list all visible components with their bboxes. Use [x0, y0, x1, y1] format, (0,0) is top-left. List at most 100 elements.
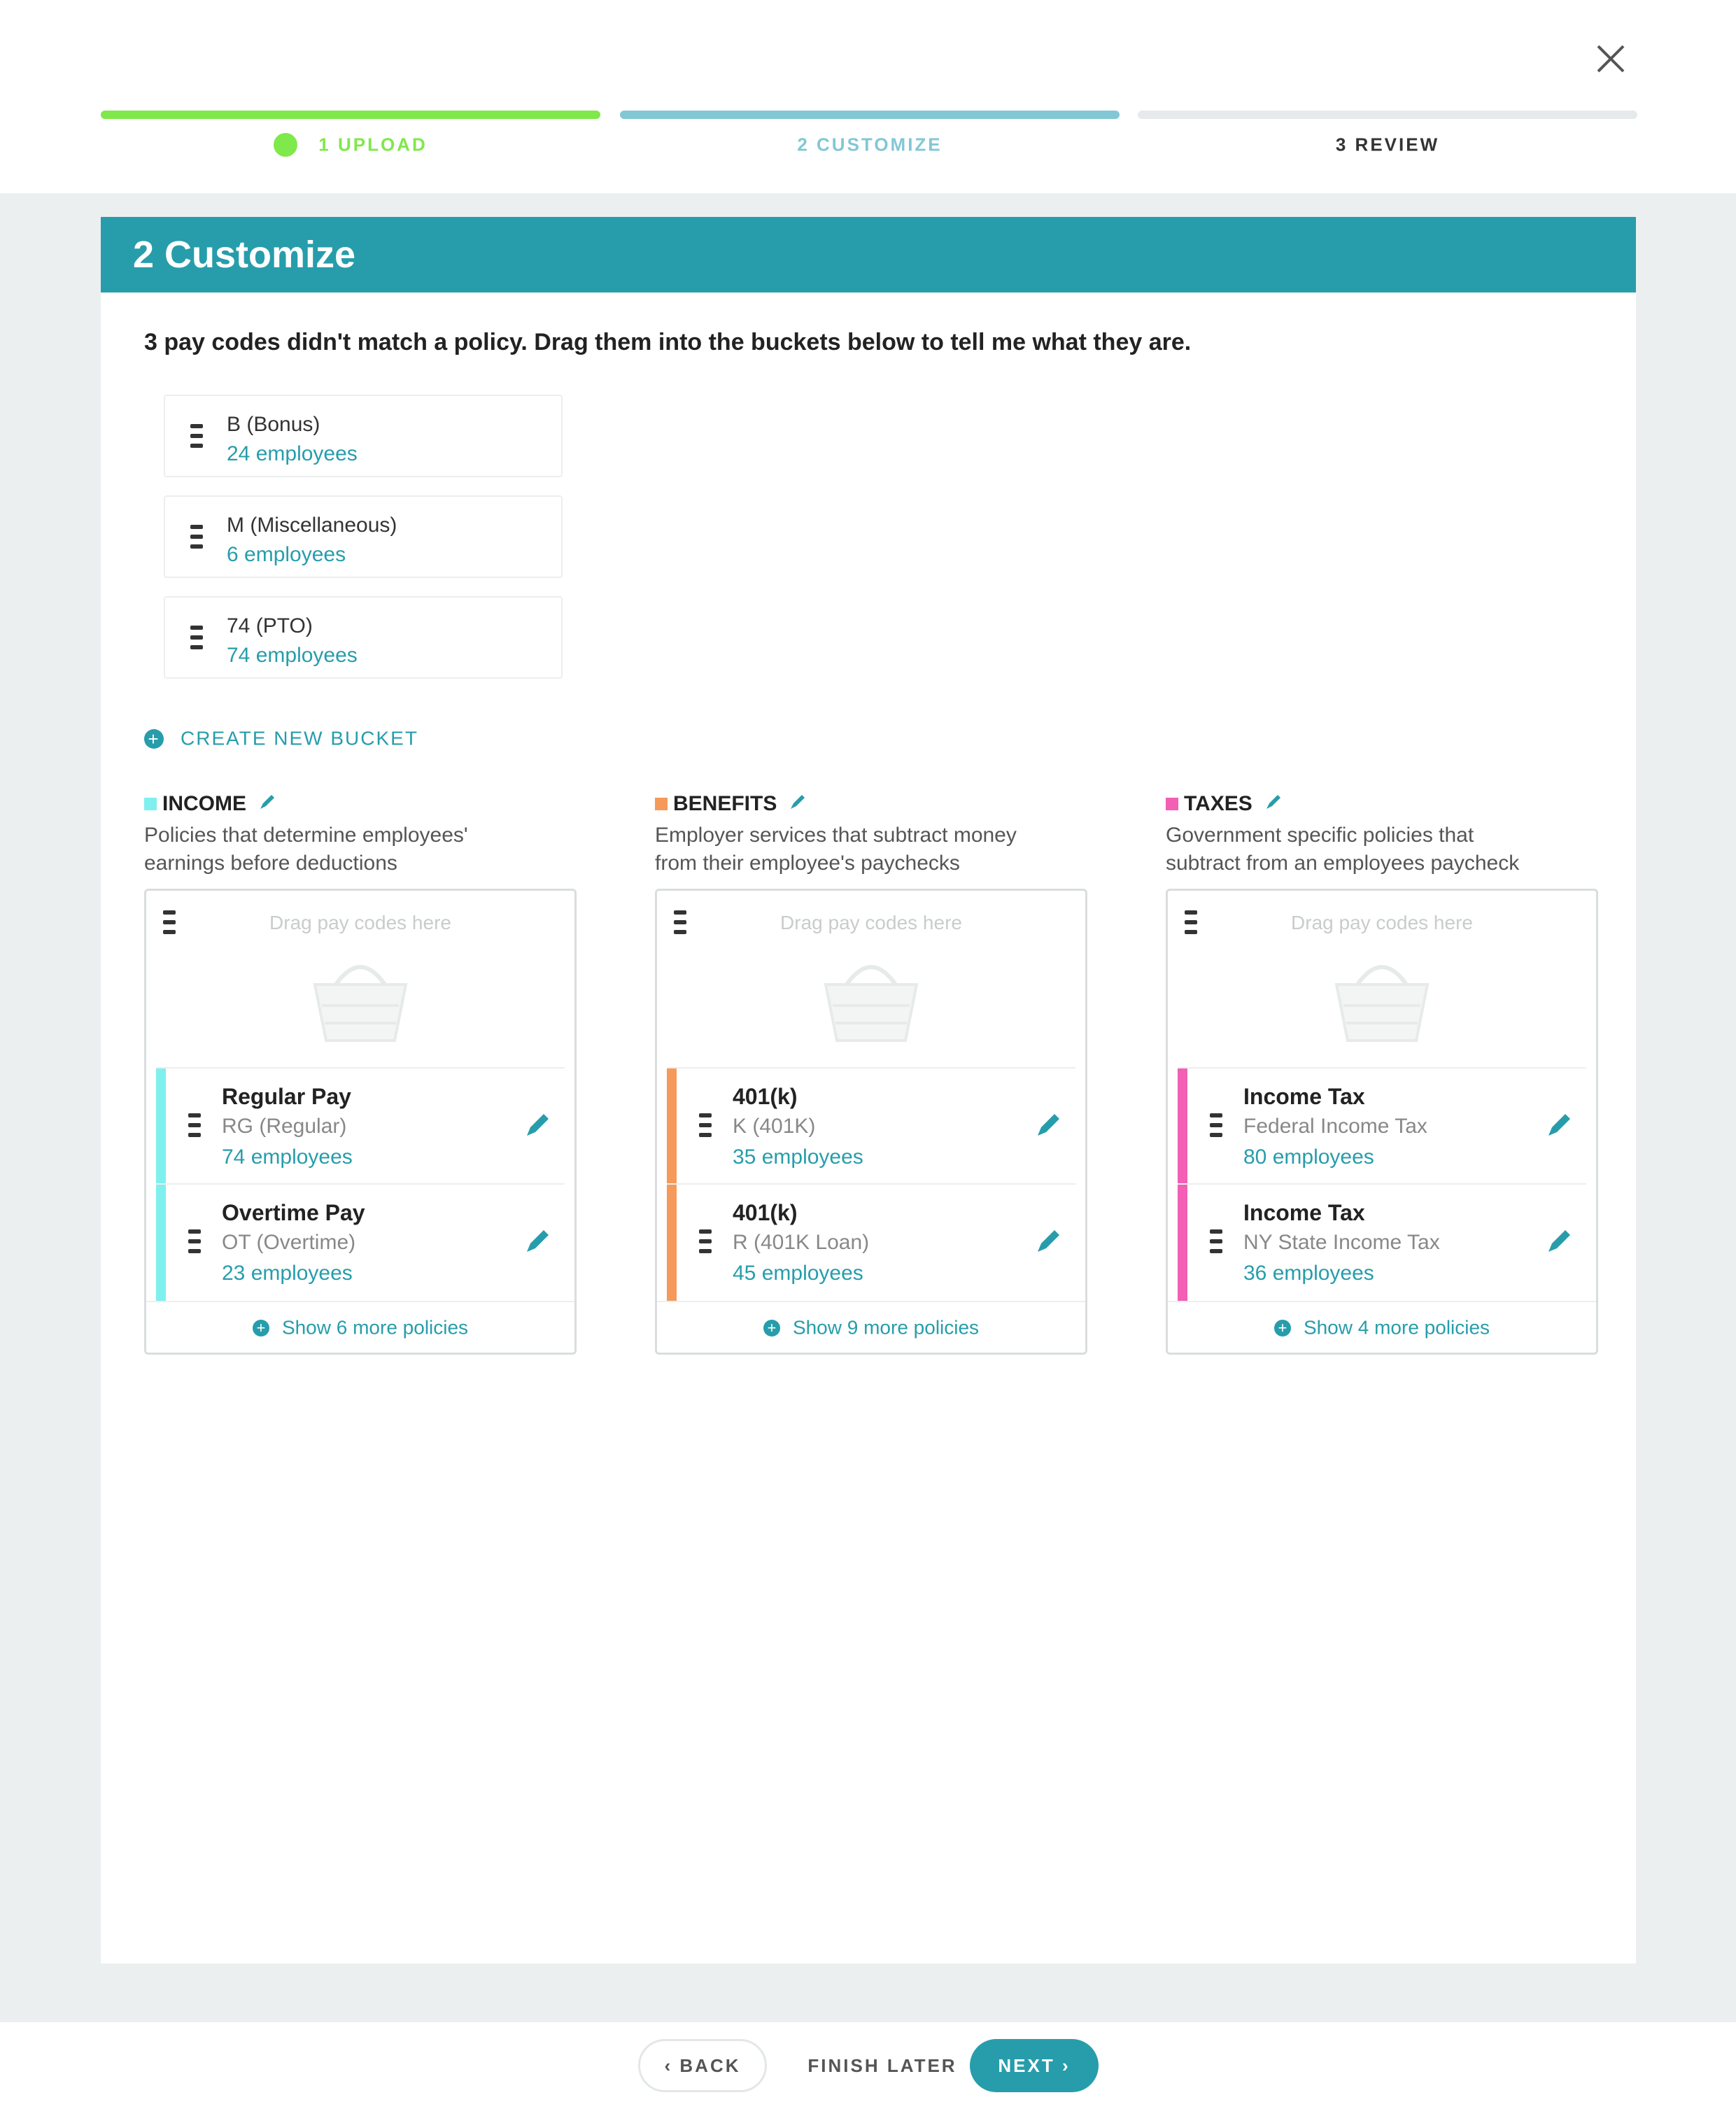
drag-handle-icon[interactable] — [1208, 1110, 1224, 1143]
finish-later-label: Finish later — [807, 2055, 957, 2076]
pencil-icon[interactable] — [523, 1225, 553, 1256]
drop-zone[interactable]: Drag pay codes here — [146, 891, 574, 1066]
pencil-icon[interactable] — [257, 791, 278, 817]
bucket-description: Government specific policies that subtrac… — [1166, 821, 1600, 877]
bucket-description-line: Employer services that subtract money — [655, 824, 1017, 847]
next-button[interactable]: Next › — [970, 2039, 1099, 2092]
create-bucket-label: Create new bucket — [181, 727, 418, 749]
bucket-color-swatch — [1166, 798, 1178, 810]
pay-code-name: B (Bonus) — [227, 413, 320, 436]
step-2-progress-bar — [620, 111, 1120, 119]
finish-later-button[interactable]: Finish later — [795, 2039, 970, 2092]
bucket-title: Income — [144, 791, 278, 819]
policy-card[interactable]: 401(k) R (401K Loan) 45 employees — [667, 1183, 1075, 1301]
pay-code-employees-link[interactable]: 6 employees — [227, 543, 346, 567]
bucket-description-line: Government specific policies that — [1166, 824, 1474, 847]
policy-name: 401(k) — [733, 1200, 798, 1225]
bucket-name: Taxes — [1184, 792, 1252, 815]
policy-employees-link[interactable]: 80 employees — [1243, 1145, 1374, 1169]
policy-employees-link[interactable]: 74 employees — [222, 1145, 353, 1169]
show-more-label: Show 9 more policies — [792, 1316, 980, 1339]
bucket-color-swatch — [655, 798, 668, 810]
bucket-color-bar — [667, 1068, 677, 1185]
pencil-icon[interactable] — [523, 1109, 553, 1140]
plus-icon: + — [144, 728, 164, 749]
pencil-icon[interactable] — [1264, 791, 1285, 817]
back-label: Back — [679, 2055, 741, 2076]
plus-icon: + — [252, 1319, 269, 1336]
policy-pay-code: OT (Overtime) — [222, 1231, 356, 1254]
bucket-description-line: earnings before deductions — [144, 852, 397, 875]
policy-name: Overtime Pay — [222, 1200, 365, 1225]
step-2-text: 2 Customize — [797, 134, 943, 155]
step-1-label[interactable]: 1 Upload — [101, 133, 600, 157]
bucket-color-bar — [667, 1185, 677, 1301]
step-3-label[interactable]: 3 Review — [1138, 133, 1637, 157]
step-3-progress-bar — [1138, 111, 1637, 119]
policy-pay-code: Federal Income Tax — [1243, 1115, 1427, 1138]
show-more-label: Show 6 more policies — [281, 1316, 469, 1339]
pay-code-name: M (Miscellaneous) — [227, 514, 397, 537]
back-button[interactable]: ‹ Back — [638, 2039, 767, 2092]
drop-hint: Drag pay codes here — [269, 912, 451, 933]
policy-employees-link[interactable]: 35 employees — [733, 1145, 863, 1169]
drag-handle-icon[interactable] — [698, 1227, 713, 1259]
unmatched-pay-code-card[interactable]: 74 (PTO) 74 employees — [164, 596, 563, 679]
drag-handle-icon[interactable] — [187, 1227, 202, 1259]
drop-zone[interactable]: Drag pay codes here — [657, 891, 1085, 1066]
drag-handle-icon[interactable] — [189, 421, 204, 453]
step-2-label[interactable]: 2 Customize — [620, 133, 1120, 157]
close-icon[interactable] — [1588, 36, 1633, 81]
plus-icon: + — [763, 1319, 780, 1336]
show-more-policies-button[interactable]: + Show 9 more policies — [657, 1301, 1085, 1350]
panel-title: 2 Customize — [101, 217, 1636, 292]
show-more-policies-button[interactable]: + Show 6 more policies — [146, 1301, 574, 1350]
policy-name: Income Tax — [1243, 1200, 1365, 1225]
bucket-name: Benefits — [673, 792, 777, 815]
bucket-drop-area[interactable]: Drag pay codes here Regular Pay RG (Regu… — [144, 889, 577, 1355]
drag-handle-icon[interactable] — [189, 623, 204, 655]
step-3-text: 3 Review — [1335, 134, 1440, 155]
policy-employees-link[interactable]: 36 employees — [1243, 1262, 1374, 1285]
pencil-icon[interactable] — [1033, 1109, 1064, 1140]
bucket-title: Taxes — [1166, 791, 1285, 819]
policy-card[interactable]: 401(k) K (401K) 35 employees — [667, 1067, 1075, 1185]
policy-pay-code: RG (Regular) — [222, 1115, 347, 1138]
drag-handle-icon[interactable] — [1208, 1227, 1224, 1259]
unmatched-pay-code-card[interactable]: M (Miscellaneous) 6 employees — [164, 495, 563, 578]
bucket-color-bar — [1178, 1068, 1187, 1185]
policy-employees-link[interactable]: 23 employees — [222, 1262, 353, 1285]
pay-code-name: 74 (PTO) — [227, 614, 313, 637]
drag-handle-icon[interactable] — [189, 522, 204, 554]
pay-code-employees-link[interactable]: 74 employees — [227, 644, 358, 668]
step-complete-icon — [274, 133, 298, 157]
show-more-policies-button[interactable]: + Show 4 more policies — [1168, 1301, 1596, 1350]
step-1-progress-bar — [101, 111, 600, 119]
pencil-icon[interactable] — [1544, 1109, 1575, 1140]
pencil-icon[interactable] — [788, 791, 809, 817]
bucket-name: Income — [162, 792, 246, 815]
unmatched-pay-code-card[interactable]: B (Bonus) 24 employees — [164, 395, 563, 477]
bucket-drop-area[interactable]: Drag pay codes here Income Tax Federal I… — [1166, 889, 1598, 1355]
drop-zone[interactable]: Drag pay codes here — [1168, 891, 1596, 1066]
create-new-bucket-button[interactable]: + Create new bucket — [144, 726, 418, 754]
basket-icon — [1334, 965, 1430, 1042]
pencil-icon[interactable] — [1544, 1225, 1575, 1256]
bucket-drop-area[interactable]: Drag pay codes here 401(k) K (401K) 35 e… — [655, 889, 1087, 1355]
policy-card[interactable]: Income Tax NY State Income Tax 36 employ… — [1178, 1183, 1586, 1301]
pay-code-employees-link[interactable]: 24 employees — [227, 442, 358, 466]
policy-card[interactable]: Regular Pay RG (Regular) 74 employees — [156, 1067, 565, 1185]
basket-icon — [824, 965, 919, 1042]
policy-card[interactable]: Income Tax Federal Income Tax 80 employe… — [1178, 1067, 1586, 1185]
bucket-color-bar — [156, 1068, 166, 1185]
bucket-description-line: from their employee's paychecks — [655, 852, 960, 875]
drag-handle-icon[interactable] — [187, 1110, 202, 1143]
policy-name: Regular Pay — [222, 1084, 351, 1109]
pencil-icon[interactable] — [1033, 1225, 1064, 1256]
bucket-description-line: subtract from an employees paycheck — [1166, 852, 1520, 875]
plus-icon: + — [1273, 1319, 1291, 1336]
drop-hint: Drag pay codes here — [1291, 912, 1473, 933]
policy-card[interactable]: Overtime Pay OT (Overtime) 23 employees — [156, 1183, 565, 1301]
drag-handle-icon[interactable] — [698, 1110, 713, 1143]
policy-employees-link[interactable]: 45 employees — [733, 1262, 863, 1285]
